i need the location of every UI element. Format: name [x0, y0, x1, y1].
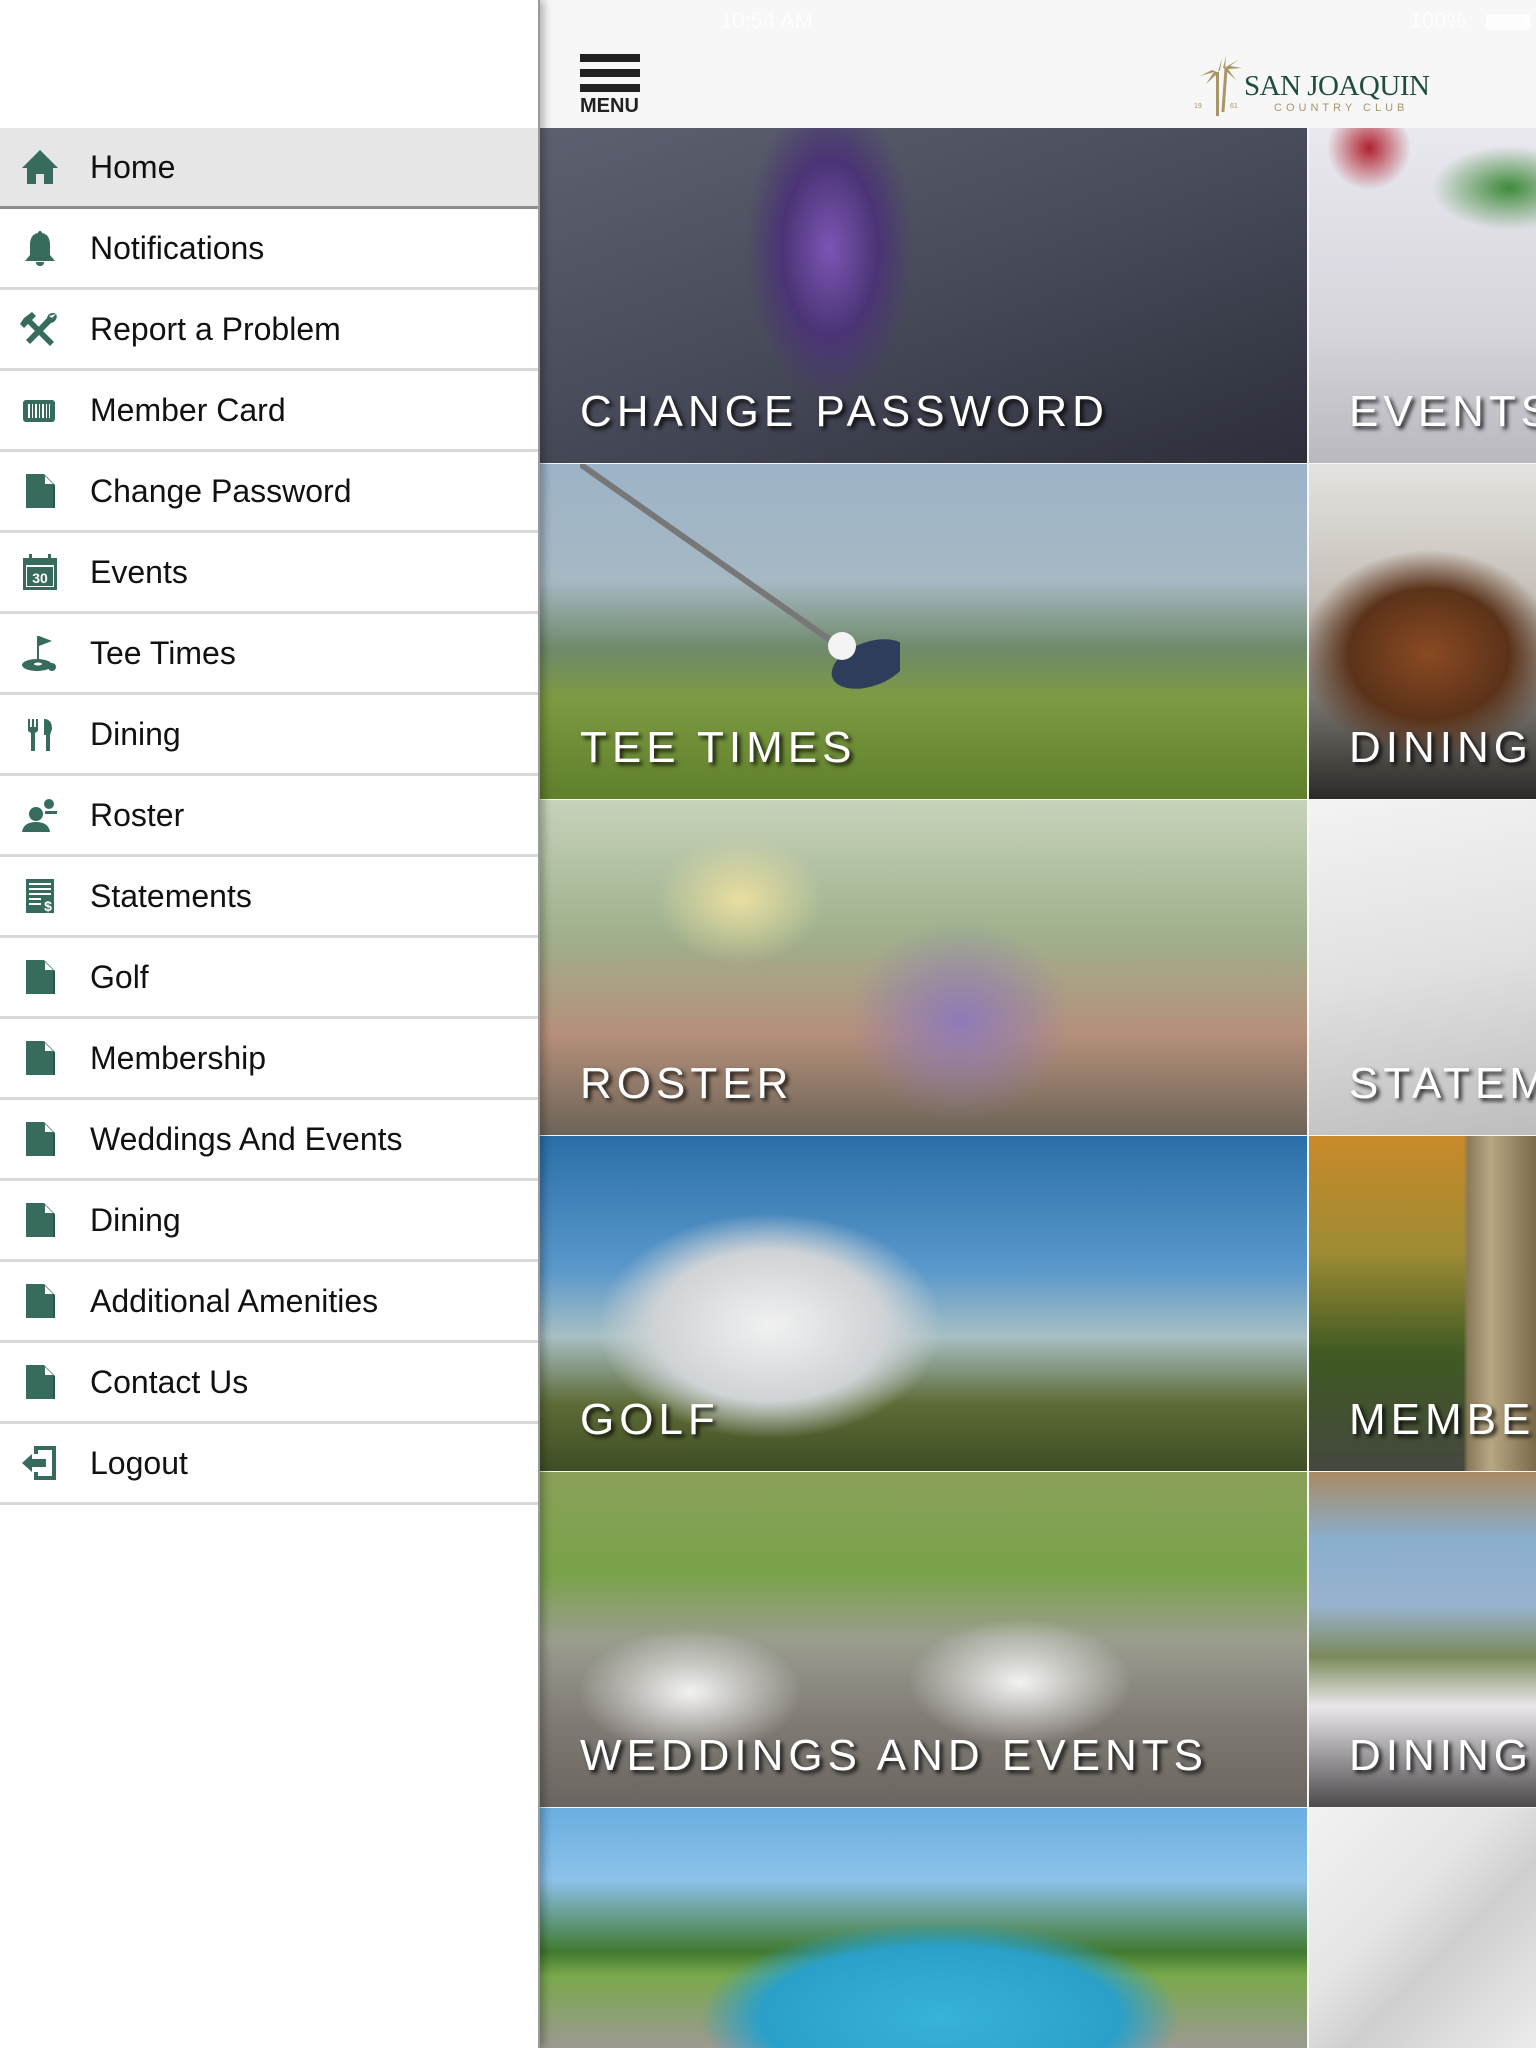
drawer-item-contact-us[interactable]: Contact Us [0, 1343, 538, 1424]
tile-dining[interactable]: DINING [1309, 464, 1536, 799]
menu-label: MENU [580, 95, 639, 117]
tile-label: DINING [1349, 1731, 1533, 1780]
drawer-item-label: Events [90, 554, 188, 590]
hamburger-icon-bar [580, 84, 640, 92]
drawer-item-report-a-problem[interactable]: Report a Problem [0, 290, 538, 371]
tile-dining-2[interactable]: DINING [1309, 1472, 1536, 1807]
drawer-item-change-password[interactable]: Change Password [0, 452, 538, 533]
document-icon [20, 472, 60, 510]
tile-label: EVENTS [1349, 387, 1536, 436]
drawer-item-home[interactable]: Home [0, 128, 538, 209]
drawer-item-additional-amenities[interactable]: Additional Amenities [0, 1262, 538, 1343]
tools-icon [20, 310, 60, 348]
svg-text:$: $ [44, 898, 52, 914]
logout-icon [20, 1444, 60, 1482]
drawer-item-logout[interactable]: Logout [0, 1424, 538, 1505]
drawer-item-label: Additional Amenities [90, 1283, 379, 1319]
svg-text:30: 30 [32, 570, 48, 586]
document-icon [20, 1039, 60, 1077]
drawer-item-roster[interactable]: Roster [0, 776, 538, 857]
tile-label: ROSTER [580, 1059, 794, 1108]
club-name-second: Joaquin [1307, 70, 1430, 102]
menu-button[interactable]: MENU [578, 54, 642, 120]
battery-icon [1486, 14, 1530, 30]
document-icon [20, 1201, 60, 1239]
club-subtitle: COUNTRY CLUB [1274, 102, 1409, 114]
drawer-item-member-card[interactable]: Member Card [0, 371, 538, 452]
drawer-item-label: Statements [90, 878, 252, 914]
svg-text:19: 19 [1194, 103, 1202, 110]
tile-label: DINING [1349, 723, 1533, 772]
drawer-item-label: Dining [90, 716, 181, 752]
drawer-item-label: Membership [90, 1040, 267, 1076]
fork-knife-icon [20, 715, 60, 753]
document-icon [20, 958, 60, 996]
barcode-card-icon [20, 391, 60, 429]
tile-label: WEDDINGS AND EVENTS [580, 1731, 1208, 1780]
tile-label: CHANGE PASSWORD [580, 387, 1109, 436]
drawer-item-label: Golf [90, 959, 149, 995]
tile-label: TEE TIMES [580, 723, 857, 772]
drawer-item-events[interactable]: 30 Events [0, 533, 538, 614]
golf-club-graphic [580, 464, 900, 689]
tile-golf[interactable]: GOLF [540, 1136, 1307, 1471]
drawer-item-membership[interactable]: Membership [0, 1019, 538, 1100]
golf-flag-icon [20, 634, 60, 672]
people-icon [20, 796, 60, 834]
tile-label: MEMBERSHIP [1349, 1395, 1536, 1444]
drawer-item-dining-info[interactable]: Dining [0, 1181, 538, 1262]
drawer-item-label: Tee Times [90, 635, 236, 671]
tile-contact[interactable] [1309, 1808, 1536, 2048]
tile-label: STATEMENTS [1349, 1059, 1536, 1108]
club-name: San Joaquin [1244, 70, 1430, 103]
drawer-item-dining[interactable]: Dining [0, 695, 538, 776]
main-content: 10:54 AM 100% MENU 19 61 SAN JOAQUIN COU… [540, 0, 1536, 2048]
drawer-item-label: Change Password [90, 473, 352, 509]
palm-tree-icon: 19 61 [1194, 56, 1242, 116]
tile-statements[interactable]: STATEMENTS [1309, 800, 1536, 1135]
document-icon [20, 1282, 60, 1320]
tile-tee-times[interactable]: TEE TIMES [540, 464, 1307, 799]
tile-label: GOLF [580, 1395, 720, 1444]
drawer-item-label: Report a Problem [90, 311, 341, 347]
status-bar: 10:54 AM 100% [540, 0, 1536, 40]
hamburger-icon [580, 54, 640, 62]
drawer-item-tee-times[interactable]: Tee Times [0, 614, 538, 695]
drawer-item-notifications[interactable]: Notifications [0, 209, 538, 290]
drawer-item-label: Weddings And Events [90, 1121, 403, 1157]
tile-change-password[interactable]: CHANGE PASSWORD [540, 128, 1307, 463]
document-icon [20, 1120, 60, 1158]
drawer-item-label: Roster [90, 797, 185, 833]
status-time: 10:54 AM [720, 8, 813, 33]
svg-text:61: 61 [1230, 103, 1238, 110]
drawer-item-label: Notifications [90, 230, 265, 266]
club-name-first: San [1244, 70, 1301, 102]
battery-percent: 100% [1409, 8, 1466, 33]
tile-membership[interactable]: MEMBERSHIP [1309, 1136, 1536, 1471]
drawer-item-weddings-and-events[interactable]: Weddings And Events [0, 1100, 538, 1181]
drawer-item-label: Home [90, 149, 176, 185]
tile-weddings-and-events[interactable]: WEDDINGS AND EVENTS [540, 1472, 1307, 1807]
hamburger-icon-bar [580, 69, 640, 77]
drawer-item-golf[interactable]: Golf [0, 938, 538, 1019]
tile-roster[interactable]: ROSTER [540, 800, 1307, 1135]
club-logo: 19 61 San Joaquin COUNTRY CLUB [1192, 54, 1432, 118]
drawer-item-label: Contact Us [90, 1364, 249, 1400]
document-icon [20, 1363, 60, 1401]
drawer-item-statements[interactable]: $ Statements [0, 857, 538, 938]
navigation-drawer: Home Notifications Report a Problem Memb… [0, 0, 540, 2048]
drawer-item-label: Dining [90, 1202, 181, 1238]
drawer-item-label: Logout [90, 1445, 188, 1481]
drawer-item-label: Member Card [90, 392, 286, 428]
bell-icon [20, 229, 60, 267]
calendar-icon: 30 [20, 553, 60, 591]
statement-icon: $ [20, 877, 60, 915]
drawer-menu: Home Notifications Report a Problem Memb… [0, 128, 538, 1505]
tile-additional-amenities[interactable] [540, 1808, 1307, 2048]
home-icon [20, 148, 60, 186]
tile-events[interactable]: EVENTS [1309, 128, 1536, 463]
app-bar: MENU 19 61 San Joaquin COUNTRY CLUB [540, 40, 1536, 128]
